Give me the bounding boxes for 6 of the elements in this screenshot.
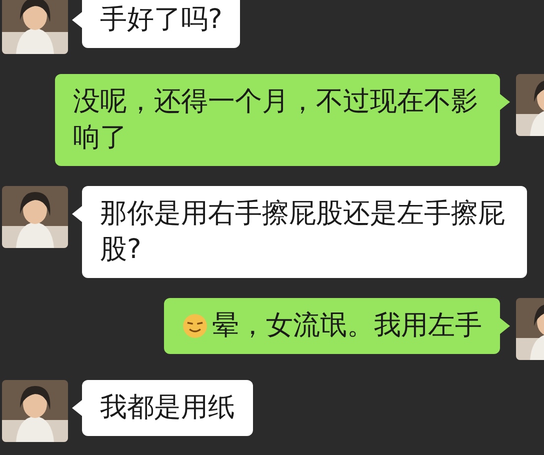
grin-emoji-icon xyxy=(182,313,208,339)
message-text: 没呢，还得一个月，不过现在不影响了 xyxy=(73,85,479,155)
message-text: 手好了吗? xyxy=(100,3,222,37)
message-text: 那你是用右手擦屁股还是左手擦屁股? xyxy=(100,197,506,267)
message-text: 晕，女流氓。我用左手 xyxy=(212,309,482,343)
message-text: 我都是用纸 xyxy=(100,391,235,425)
